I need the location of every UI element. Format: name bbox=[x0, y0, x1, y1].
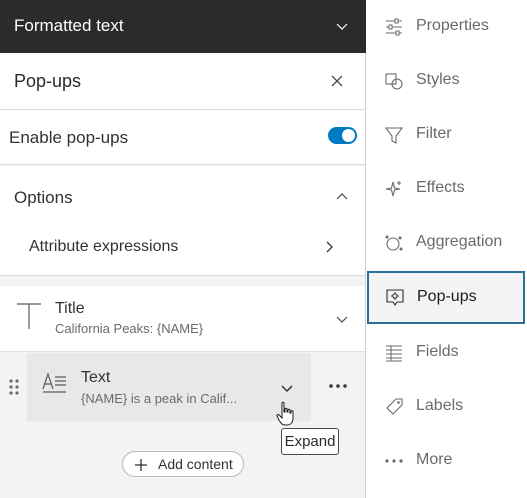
text-element-body[interactable]: Text {NAME} is a peak in Calif... bbox=[27, 353, 311, 421]
more-dots-icon bbox=[385, 459, 403, 463]
nav-item-labels[interactable]: Labels bbox=[366, 380, 526, 434]
text-element-value: {NAME} is a peak in Calif... bbox=[81, 391, 238, 406]
nav-item-popups[interactable]: Pop-ups bbox=[367, 271, 525, 324]
expand-chevron-down-icon[interactable] bbox=[280, 381, 294, 395]
popups-panel: Formatted text Pop-ups Enable pop-ups Op… bbox=[0, 0, 366, 498]
nav-label-filter: Filter bbox=[416, 125, 452, 142]
nav-label-properties: Properties bbox=[416, 17, 489, 34]
nav-label-popups: Pop-ups bbox=[417, 288, 477, 305]
nav-label-more: More bbox=[416, 451, 453, 468]
nav-label-styles: Styles bbox=[416, 71, 460, 88]
plus-icon bbox=[135, 459, 147, 471]
nav-item-fields[interactable]: Fields bbox=[366, 326, 526, 380]
expand-tooltip: Expand bbox=[281, 428, 339, 455]
options-label: Options bbox=[14, 188, 73, 207]
hand-pointer-cursor-icon bbox=[276, 401, 294, 426]
panel-title: Pop-ups bbox=[14, 71, 82, 91]
enable-popups-row: Enable pop-ups bbox=[0, 110, 365, 165]
fields-icon bbox=[386, 345, 402, 362]
chevron-down-icon[interactable] bbox=[335, 312, 349, 326]
chevron-right-icon bbox=[326, 241, 333, 253]
more-actions-icon[interactable] bbox=[328, 379, 348, 393]
close-icon[interactable] bbox=[330, 74, 344, 88]
panel-header: Pop-ups bbox=[0, 53, 365, 110]
add-content-button[interactable]: Add content bbox=[122, 451, 244, 477]
styles-shapes-icon bbox=[385, 73, 403, 90]
title-element-name: Title bbox=[55, 300, 85, 317]
label-tag-icon bbox=[386, 398, 403, 415]
nav-item-effects[interactable]: Effects bbox=[366, 162, 526, 216]
enable-popups-toggle[interactable] bbox=[328, 127, 357, 144]
toggle-knob bbox=[342, 129, 355, 142]
title-element-card[interactable]: Title California Peaks: {NAME} bbox=[0, 286, 365, 352]
enable-popups-label: Enable pop-ups bbox=[9, 128, 129, 147]
nav-item-filter[interactable]: Filter bbox=[366, 108, 526, 162]
options-section: Options Attribute expressions bbox=[0, 166, 365, 276]
popup-icon bbox=[386, 289, 404, 306]
properties-sliders-icon bbox=[386, 18, 402, 36]
layer-title: Formatted text bbox=[14, 16, 124, 35]
drag-handle-icon[interactable] bbox=[8, 378, 20, 396]
chevron-down-icon bbox=[336, 23, 348, 30]
layer-selector[interactable]: Formatted text bbox=[0, 0, 366, 53]
attribute-expressions-row[interactable]: Attribute expressions bbox=[0, 222, 365, 274]
aggregation-icon bbox=[385, 235, 403, 251]
layer-actions-panel: Properties Styles Filter Effects Aggrega… bbox=[366, 0, 527, 498]
nav-label-labels: Labels bbox=[416, 397, 464, 414]
effects-sparkle-icon bbox=[385, 181, 401, 197]
nav-item-aggregation[interactable]: Aggregation bbox=[366, 216, 526, 270]
text-element-name: Text bbox=[81, 369, 111, 386]
text-element-card: Text {NAME} is a peak in Calif... bbox=[0, 353, 365, 421]
nav-item-more[interactable]: More bbox=[366, 434, 526, 488]
nav-item-properties[interactable]: Properties bbox=[366, 0, 526, 54]
nav-label-fields: Fields bbox=[416, 343, 459, 360]
title-text-icon bbox=[17, 303, 41, 329]
chevron-up-icon[interactable] bbox=[335, 190, 349, 204]
nav-label-aggregation: Aggregation bbox=[416, 233, 503, 250]
title-element-value: California Peaks: {NAME} bbox=[55, 321, 204, 336]
nav-item-styles[interactable]: Styles bbox=[366, 54, 526, 108]
text-paragraph-icon bbox=[42, 372, 66, 393]
nav-label-effects: Effects bbox=[416, 179, 465, 196]
filter-icon bbox=[384, 127, 404, 144]
add-content-label: Add content bbox=[158, 456, 233, 472]
attribute-expressions-label: Attribute expressions bbox=[29, 238, 179, 255]
